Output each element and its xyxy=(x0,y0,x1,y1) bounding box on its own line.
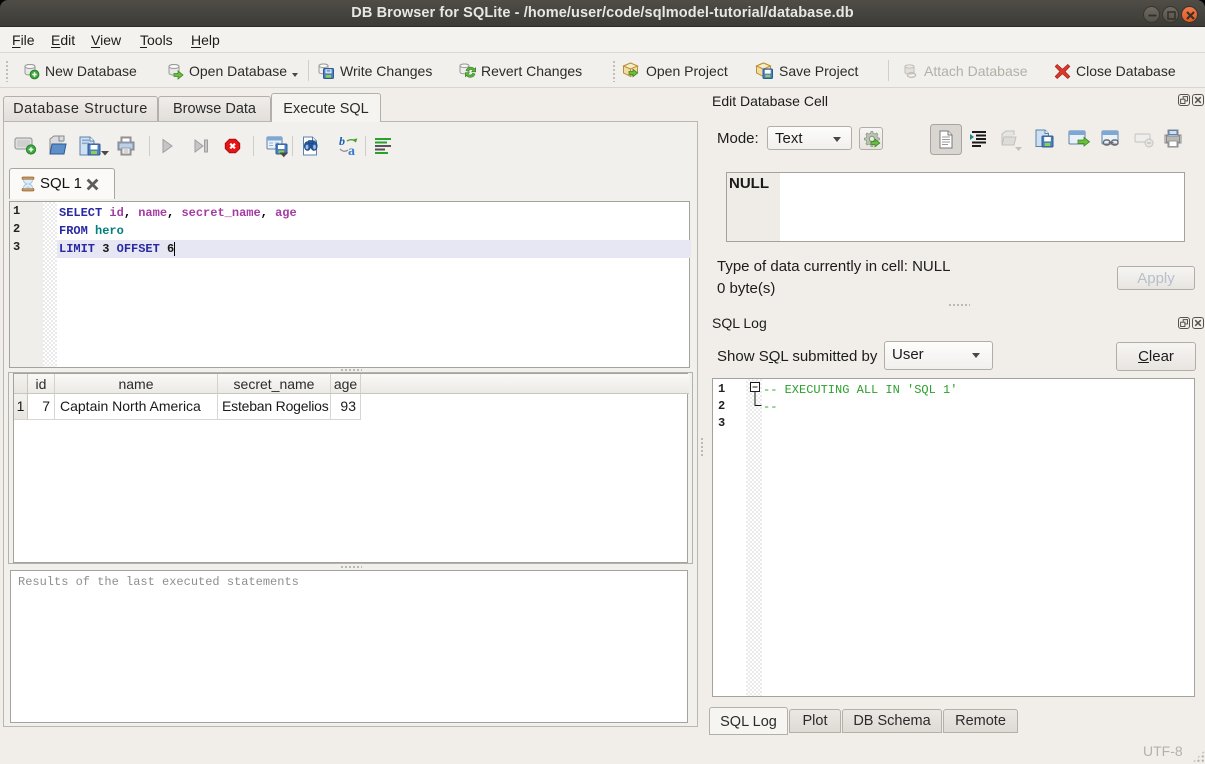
svg-text:a: a xyxy=(348,144,355,159)
svg-text:b: b xyxy=(339,134,345,148)
